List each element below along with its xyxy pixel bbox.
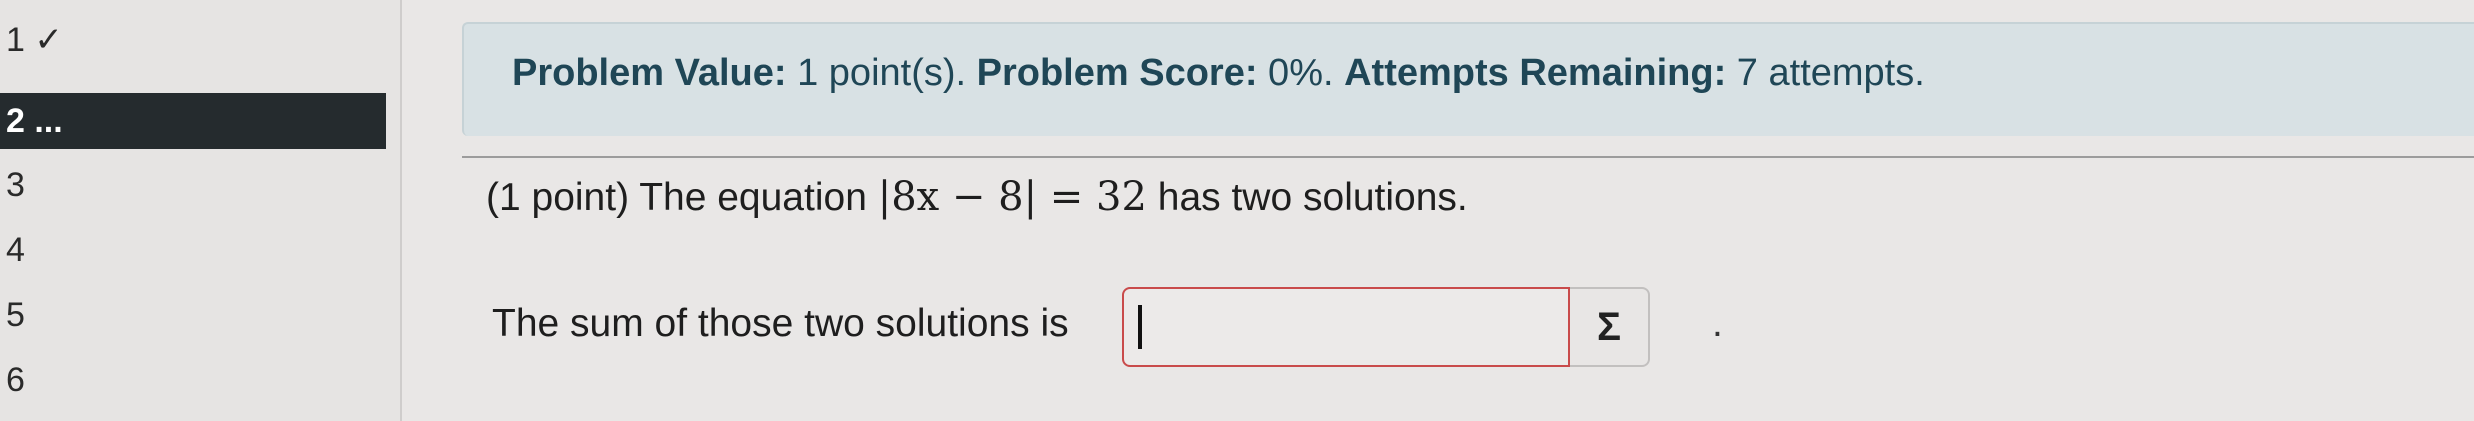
section-divider	[462, 156, 2474, 158]
answer-prompt: The sum of those two solutions is	[492, 302, 1069, 345]
problem-link-5[interactable]: 5	[0, 287, 386, 343]
problem-link-6[interactable]: 6	[0, 352, 386, 408]
problem-suffix: has two solutions.	[1146, 176, 1468, 219]
problem-score-label: Problem Score:	[976, 52, 1258, 94]
problem-link-1[interactable]: 1 ✓	[0, 12, 386, 68]
problem-main: Problem Value: 1 point(s). Problem Score…	[402, 0, 2474, 421]
problem-list: 1 ✓ 2 ... 3 4 5 6	[0, 0, 402, 421]
problem-link-4[interactable]: 4	[0, 222, 386, 278]
problem-value: 1 point(s).	[786, 52, 977, 94]
problem-statement: (1 point) The equation |8x − 8| = 32 has…	[486, 174, 1468, 220]
problem-link-2-current[interactable]: 2 ...	[0, 93, 386, 149]
problem-value-label: Problem Value:	[512, 52, 787, 94]
text-cursor	[1138, 305, 1142, 349]
equation-editor-sigma-icon[interactable]: Σ	[1570, 287, 1650, 367]
answer-input[interactable]	[1122, 287, 1570, 367]
score-banner: Problem Value: 1 point(s). Problem Score…	[462, 22, 2474, 136]
problem-link-3[interactable]: 3	[0, 157, 386, 213]
attempts-remaining: 7 attempts.	[1726, 52, 1925, 94]
answer-trailing-period: .	[1712, 302, 1723, 345]
attempts-remaining-label: Attempts Remaining:	[1344, 52, 1727, 94]
problem-score: 0%.	[1257, 52, 1345, 94]
problem-prefix: (1 point) The equation	[486, 176, 878, 219]
equation: |8x − 8| = 32	[877, 174, 1147, 220]
score-summary: Problem Value: 1 point(s). Problem Score…	[512, 52, 1925, 95]
